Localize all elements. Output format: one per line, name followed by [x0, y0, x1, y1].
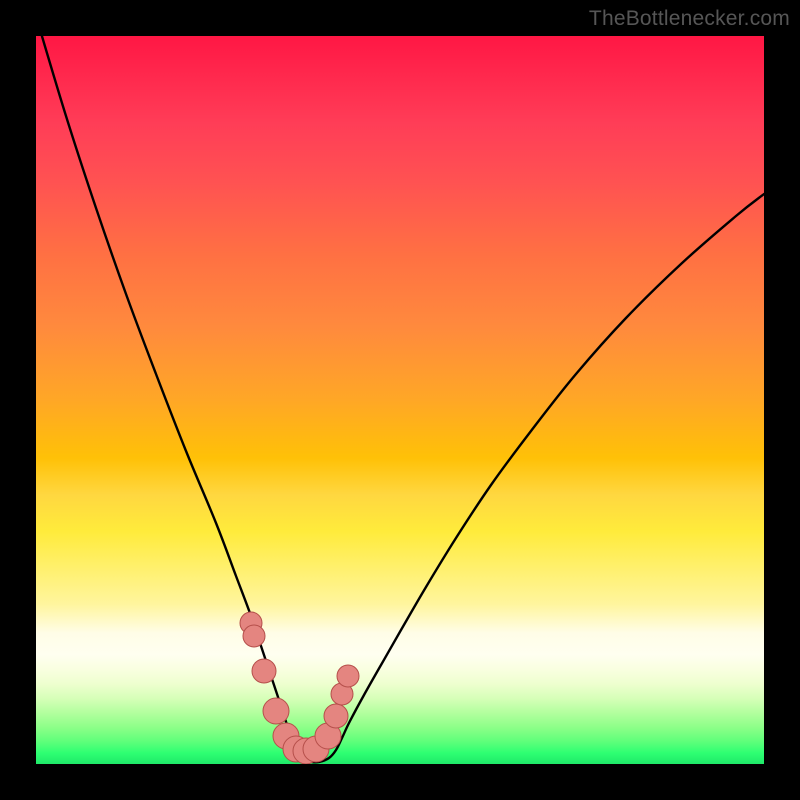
attribution-text: TheBottlenecker.com	[589, 7, 790, 31]
curve-marker	[324, 704, 348, 728]
curve-marker	[337, 665, 359, 687]
curve-marker	[243, 625, 265, 647]
curve-layer	[36, 36, 764, 764]
chart-frame: TheBottlenecker.com	[0, 0, 800, 800]
plot-area	[36, 36, 764, 764]
curve-marker	[252, 659, 276, 683]
curve-marker	[263, 698, 289, 724]
bottleneck-curve	[36, 36, 764, 762]
